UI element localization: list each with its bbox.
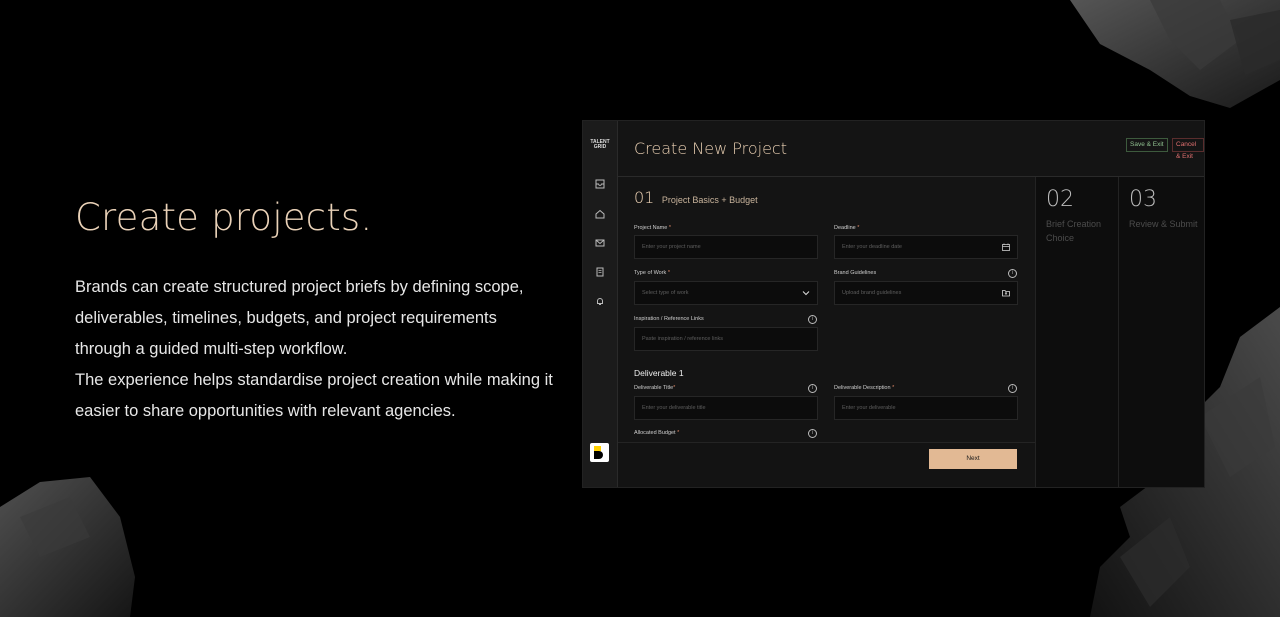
app-logo: TALENT GRID	[583, 140, 617, 150]
decorative-rock-bottom-left	[0, 477, 140, 617]
deadline-label: Deadline *	[834, 225, 860, 231]
sidebar: TALENT GRID	[583, 121, 618, 487]
deliverable-description-label: Deliverable Description *	[834, 385, 895, 391]
step-number: 01	[634, 188, 655, 207]
bell-icon[interactable]	[595, 296, 605, 306]
deadline-placeholder: Enter your deadline date	[842, 244, 902, 250]
app-screenshot: TALENT GRID Create New Project Save & Ex…	[582, 120, 1205, 488]
decorative-rock-top-right	[1030, 0, 1280, 110]
inspiration-label: Inspiration / Reference Links	[634, 316, 704, 322]
step-heading: 01 Project Basics + Budget	[634, 188, 758, 208]
page-header: Create New Project Save & Exit Cancel & …	[618, 121, 1204, 177]
form-footer: Next	[618, 442, 1035, 487]
deadline-input[interactable]: Enter your deadline date	[834, 235, 1018, 259]
next-button[interactable]: Next	[929, 449, 1017, 469]
project-form: 01 Project Basics + Budget Project Name …	[618, 177, 1035, 487]
inbox-icon[interactable]	[595, 179, 605, 189]
step-2-panel[interactable]: 02 Brief Creation Choice	[1035, 177, 1119, 487]
step-3-number: 03	[1129, 187, 1157, 212]
type-of-work-label: Type of Work *	[634, 270, 670, 276]
mail-icon[interactable]	[595, 238, 605, 248]
calendar-icon[interactable]	[1002, 243, 1010, 251]
hero-description-paragraph-1: Brands can create structured project bri…	[75, 278, 524, 358]
hero-title: Create projects.	[75, 196, 373, 239]
project-name-label: Project Name *	[634, 225, 671, 231]
upload-folder-icon[interactable]	[1002, 289, 1010, 297]
hero-description: Brands can create structured project bri…	[75, 272, 555, 427]
step-3-panel[interactable]: 03 Review & Submit	[1118, 177, 1204, 487]
deliverable-description-input[interactable]: Enter your deliverable	[834, 396, 1018, 420]
brand-guidelines-info-icon[interactable]: i	[1008, 269, 1017, 278]
step-2-title: Brief Creation Choice	[1046, 219, 1102, 243]
home-icon[interactable]	[595, 209, 605, 219]
hero-description-paragraph-2: The experience helps standardise project…	[75, 371, 553, 420]
step-3-title: Review & Submit	[1129, 219, 1198, 229]
allocated-budget-label: Allocated Budget *	[634, 430, 680, 436]
deliverable-description-info-icon[interactable]: i	[1008, 384, 1017, 393]
deliverable-title-input[interactable]: Enter your deliverable title	[634, 396, 818, 420]
cancel-exit-button[interactable]: Cancel & Exit	[1172, 138, 1204, 160]
brand-guidelines-label: Brand Guidelines	[834, 270, 877, 276]
deliverable-title-info-icon[interactable]: i	[808, 384, 817, 393]
allocated-budget-info-icon[interactable]: i	[808, 429, 817, 438]
avatar[interactable]	[590, 443, 609, 462]
page-title: Create New Project	[634, 139, 787, 158]
brand-guidelines-placeholder: Upload brand guidelines	[842, 290, 902, 296]
step-2-number: 02	[1046, 187, 1074, 212]
type-of-work-select[interactable]: Select type of work	[634, 281, 818, 305]
step-title: Project Basics + Budget	[661, 195, 758, 205]
type-of-work-placeholder: Select type of work	[642, 290, 689, 296]
save-exit-button[interactable]: Save & Exit	[1126, 138, 1168, 152]
app-logo-line-2: GRID	[593, 144, 607, 150]
deliverable-section-title: Deliverable 1	[634, 368, 684, 378]
document-icon[interactable]	[595, 267, 605, 277]
deliverable-title-label: Deliverable Title*	[634, 385, 676, 391]
project-name-input[interactable]: Enter your project name	[634, 235, 818, 259]
brand-guidelines-upload[interactable]: Upload brand guidelines	[834, 281, 1018, 305]
inspiration-input[interactable]: Paste inspiration / reference links	[634, 327, 818, 351]
inspiration-info-icon[interactable]: i	[808, 315, 817, 324]
chevron-down-icon	[802, 291, 810, 296]
